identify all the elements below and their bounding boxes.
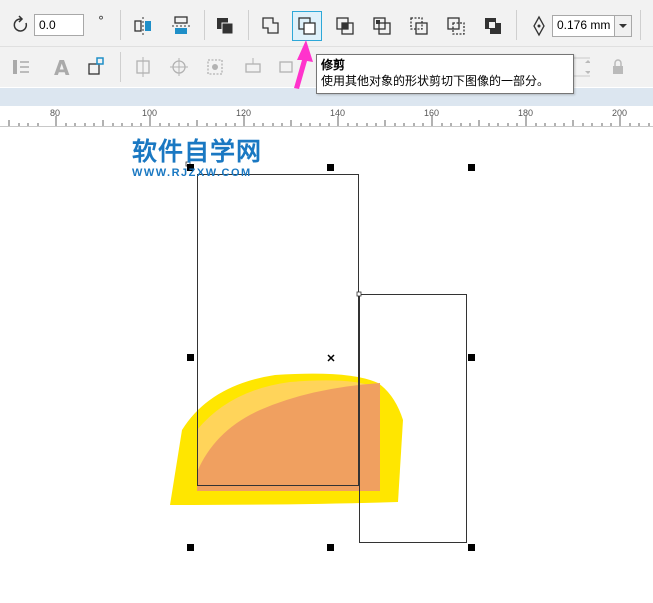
trim-tooltip: 修剪 使用其他对象的形状剪切下图像的一部分。 xyxy=(316,54,574,94)
lock-icon[interactable] xyxy=(603,52,633,82)
horizontal-ruler[interactable]: 80 100 120 140 160 180 200 xyxy=(0,106,653,127)
separator xyxy=(204,10,205,40)
front-minus-back-button[interactable] xyxy=(404,11,434,41)
chevron-down-icon[interactable] xyxy=(614,16,631,36)
drawing-canvas[interactable] xyxy=(0,127,653,603)
selection-handle-middle-right[interactable] xyxy=(468,354,475,361)
rotation-angle-input[interactable]: 0.0 xyxy=(34,14,84,36)
ruler-label: 180 xyxy=(518,108,534,118)
svg-text:A: A xyxy=(54,56,70,80)
outline-width-select[interactable]: 0.176 mm xyxy=(552,15,632,37)
simplify-button[interactable] xyxy=(367,11,397,41)
ruler-label: 100 xyxy=(142,108,158,118)
trim-button[interactable] xyxy=(292,11,322,41)
rotate-icon xyxy=(6,10,36,40)
image-icon[interactable] xyxy=(272,52,302,82)
combine-button[interactable] xyxy=(210,11,240,41)
weld-button[interactable] xyxy=(256,11,286,41)
selection-handle-bottom-right[interactable] xyxy=(468,544,475,551)
node-point[interactable] xyxy=(356,291,362,297)
create-boundary-button[interactable] xyxy=(478,11,508,41)
selection-handle-bottom-left[interactable] xyxy=(187,544,194,551)
ruler-label: 160 xyxy=(424,108,440,118)
convert-to-curves-button[interactable] xyxy=(82,52,112,82)
bitmap-icon[interactable] xyxy=(200,52,230,82)
character-format-icon[interactable]: A xyxy=(46,52,76,82)
ruler-label: 80 xyxy=(50,108,61,118)
selection-handle-top-center[interactable] xyxy=(327,164,334,171)
mirror-vertical-button[interactable] xyxy=(166,11,196,41)
ruler-ticks xyxy=(8,116,650,126)
selection-handle-middle-left[interactable] xyxy=(187,354,194,361)
watermark-url: WWW.RJZXW.COM xyxy=(132,167,252,179)
pen-nib-icon xyxy=(524,11,554,41)
node-edit-icon[interactable] xyxy=(238,52,268,82)
separator xyxy=(120,10,121,40)
degree-label: ° xyxy=(98,14,104,28)
selection-handle-bottom-center[interactable] xyxy=(327,544,334,551)
watermark-logo: 软件自学网 WWW.RJZXW.COM xyxy=(132,137,262,179)
back-minus-front-button[interactable] xyxy=(441,11,471,41)
separator xyxy=(120,52,121,82)
canvas-drawing xyxy=(170,161,467,543)
watermark-title: 软件自学网 xyxy=(132,137,263,166)
ruler-label: 200 xyxy=(612,108,628,118)
ruler-label: 140 xyxy=(330,108,346,118)
intersect-button[interactable] xyxy=(330,11,360,41)
mirror-horizontal-button[interactable] xyxy=(128,11,158,41)
separator xyxy=(640,10,641,40)
center-marker-icon[interactable] xyxy=(327,354,335,362)
paragraph-format-icon[interactable] xyxy=(6,52,36,82)
tooltip-description: 使用其他对象的形状剪切下图像的一部分。 xyxy=(321,74,550,88)
ruler-label: 120 xyxy=(236,108,252,118)
separator xyxy=(248,10,249,40)
separator xyxy=(516,10,517,40)
align-nodes-icon[interactable] xyxy=(128,52,158,82)
outline-width-value: 0.176 mm xyxy=(557,18,611,32)
crosshair-icon[interactable] xyxy=(164,52,194,82)
property-bar: 0.0 ° 0.176 mm xyxy=(0,0,653,47)
selection-handle-top-right[interactable] xyxy=(468,164,475,171)
tooltip-title: 修剪 xyxy=(321,58,346,72)
